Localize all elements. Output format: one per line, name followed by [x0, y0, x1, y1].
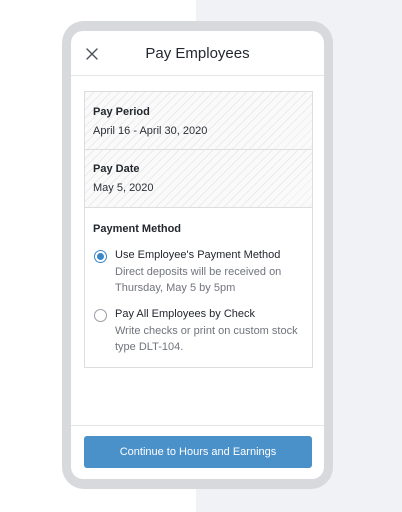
page-title: Pay Employees — [145, 45, 250, 62]
option-description: Direct deposits will be received on Thur… — [115, 266, 282, 294]
header-bar: Pay Employees — [71, 31, 324, 76]
pay-date-section: Pay Date May 5, 2020 — [85, 150, 312, 208]
radio-unselected-icon[interactable] — [94, 309, 107, 322]
payment-option-check[interactable]: Pay All Employees by Check Write checks … — [93, 308, 308, 358]
pay-date-value: May 5, 2020 — [93, 182, 154, 194]
option-title: Use Employee's Payment Method — [115, 249, 281, 261]
radio-selected-icon[interactable] — [94, 250, 107, 263]
payment-method-label: Payment Method — [93, 223, 182, 235]
option-title: Pay All Employees by Check — [115, 308, 256, 320]
pay-details-card: Pay Period April 16 - April 30, 2020 Pay… — [84, 91, 313, 368]
pay-date-label: Pay Date — [93, 163, 140, 175]
option-description: Write checks or print on custom stock ty… — [115, 325, 298, 353]
app-screen: Pay Employees Pay Period April 16 - Apri… — [71, 31, 324, 479]
pay-period-section: Pay Period April 16 - April 30, 2020 — [85, 92, 312, 150]
payment-option-employee-method[interactable]: Use Employee's Payment Method Direct dep… — [93, 249, 308, 299]
footer-divider — [71, 425, 324, 426]
continue-button[interactable]: Continue to Hours and Earnings — [84, 436, 312, 468]
pay-period-value: April 16 - April 30, 2020 — [93, 125, 208, 137]
pay-period-label: Pay Period — [93, 106, 150, 118]
